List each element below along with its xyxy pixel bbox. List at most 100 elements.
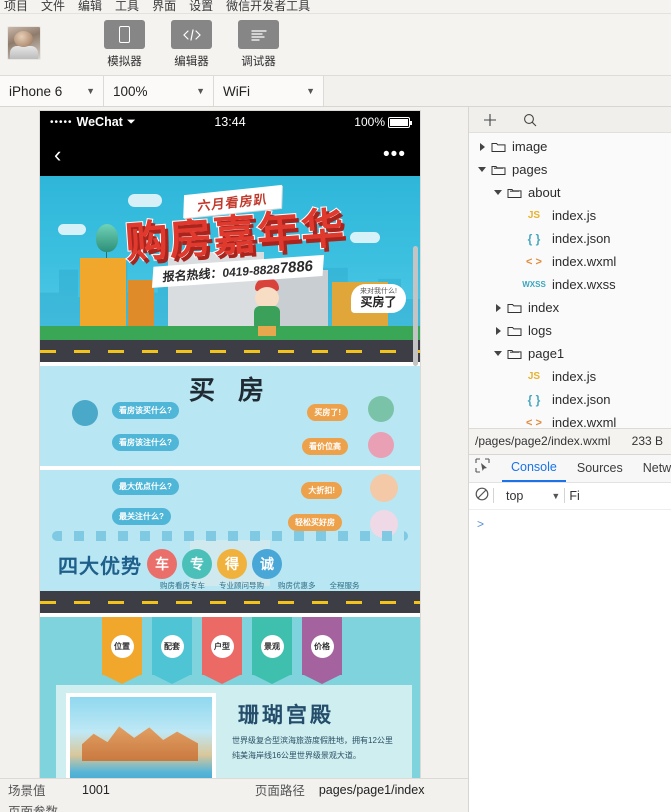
section-buy[interactable]: 买 房 看房该买什么? 看房该注什么? 买房了! 看价位高 [40,362,420,466]
json-file-icon: { } [527,392,541,407]
file-tree-row[interactable]: { } index.json [469,227,671,250]
hero-phone-number: 7886 [278,257,314,278]
chevron-down-icon[interactable] [491,351,505,356]
page-param-label: 页面参数 [8,805,59,812]
hero-title: 购房嘉年华 [123,202,348,269]
bubble-left-1: 最大优点什么? [112,478,179,495]
menu-item-tools[interactable]: 工具 [115,0,139,13]
grass-strip [40,326,420,340]
js-file-icon: JS [527,210,541,221]
avatar-face-icon [72,400,98,426]
file-tree-label: logs [528,323,552,338]
file-tree-row[interactable]: about [469,181,671,204]
menu-item-settings[interactable]: 设置 [189,0,213,13]
clear-console-icon[interactable] [475,487,489,504]
ribbon-5[interactable]: 价格 [302,617,342,684]
file-tree-row[interactable]: { } index.json [469,388,671,411]
menu-item-wechat-devtools[interactable]: 微信开发者工具 [226,0,310,13]
device-select[interactable]: iPhone 6 ▼ [0,76,104,106]
menu-item-file[interactable]: 文件 [41,0,65,13]
console-context-select[interactable]: top ▼ [506,489,560,503]
tab-console[interactable]: Console [502,455,566,482]
ribbon-label-3: 户型 [210,634,234,658]
file-tree-row[interactable]: page1 [469,342,671,365]
menu-item-interface[interactable]: 界面 [152,0,176,13]
tab-network[interactable]: Netw [634,456,671,481]
page-path-value: pages/page1/index [318,782,425,797]
file-tree-label: page1 [528,346,565,361]
chevron-right-icon[interactable] [475,142,489,151]
ribbon-2[interactable]: 配套 [152,617,192,684]
file-tree-row[interactable]: JS index.js [469,204,671,227]
page-scrollbar[interactable] [413,246,418,366]
file-tree-label: pages [512,162,548,177]
more-dots-icon[interactable]: ••• [383,145,406,164]
section-advantages[interactable]: 最大优点什么? 最关注什么? 大折扣! 轻松买好房 四大优势 车 专 得 诚 购… [40,466,420,613]
property-photo [66,693,216,789]
file-status-size: 233 B [631,434,663,448]
right-panel: image pages about JS index.js { } index.json < … [468,107,671,812]
search-icon[interactable] [523,113,537,127]
device-selector-row: iPhone 6 ▼ 100% ▼ WiFi ▼ [0,76,671,107]
bubble-right-1: 大折扣! [301,482,342,499]
file-tree-label: index.js [552,369,597,384]
file-tree[interactable]: image pages about JS index.js { } index.json < … [469,133,671,428]
property-card[interactable]: 珊瑚宫殿 世界级复合型滨海旅游度假胜地，拥有12公里 纯美海岸线16公里世界级景… [56,685,412,789]
debugger-button[interactable]: 调试器 [238,20,279,69]
advantage-caption-2: 专业顾问导购 [219,581,264,590]
editor-button[interactable]: 编辑器 [171,20,212,69]
phone-icon [104,20,145,49]
section-property[interactable]: 位置 配套 户型 景观 价格 珊瑚宫殿 世界级复合型滨海旅游度假胜地，拥有12公… [40,613,420,789]
console-filter-label[interactable]: Fi [569,489,579,503]
advantages-title: 四大优势 [58,553,142,578]
page-path-label: 页面路径 [254,784,305,798]
file-tree-label: about [528,185,561,200]
device-select-value: iPhone 6 [9,83,63,99]
simulator-button[interactable]: 模拟器 [104,20,145,69]
wxml-file-icon: < > [526,416,542,428]
console-context-value: top [506,488,524,503]
zoom-select[interactable]: 100% ▼ [104,76,214,106]
chevron-right-icon[interactable] [491,303,505,312]
devtools-tab-bar: Console Sources Netw [469,453,671,482]
file-tree-label: index.json [552,392,611,407]
avatar-face-icon [368,396,394,422]
debugger-button-label: 调试器 [241,56,276,68]
network-select[interactable]: WiFi ▼ [214,76,324,106]
back-chevron-icon[interactable]: ‹ [54,143,61,166]
file-tree-row[interactable]: WXSS index.wxss [469,273,671,296]
avatar[interactable] [7,25,41,60]
file-tree-row[interactable]: < > index.wxml [469,250,671,273]
file-tree-row[interactable]: logs [469,319,671,342]
ribbon-4[interactable]: 景观 [252,617,292,684]
road-strip [40,340,420,362]
json-file-icon: { } [527,231,541,246]
chevron-right-icon[interactable] [491,326,505,335]
phone-frame: ••••• WeChat ⏷ 13:44 100% ‹ ••• 六月看房趴 购房… [40,111,420,801]
hero-banner[interactable]: 六月看房趴 购房嘉年华 报名热线：0419-88287886 来对我什么! 买房… [40,176,420,362]
menu-item-project[interactable]: 项目 [4,0,28,13]
tab-sources[interactable]: Sources [568,456,632,481]
file-tree-row[interactable]: < > index.wxml [469,411,671,428]
menu-item-edit[interactable]: 编辑 [78,0,102,13]
plus-icon[interactable] [483,113,497,127]
advantage-caption-3: 购房优惠多 [278,581,316,590]
section-buy-title: 买 房 [188,376,272,406]
file-panel-header [469,107,671,133]
console-output[interactable]: > [469,508,671,812]
file-tree-row[interactable]: image [469,135,671,158]
ribbon-1[interactable]: 位置 [102,617,142,684]
ribbon-3[interactable]: 户型 [202,617,242,684]
menu-bar: 项目 文件 编辑 工具 界面 设置 微信开发者工具 [0,0,671,14]
bubble-right-2: 轻松买好房 [288,514,342,531]
chevron-down-icon[interactable] [491,190,505,195]
file-tree-row[interactable]: index [469,296,671,319]
simulator-info-bar: 场景值 1001 页面路径 pages/page1/index 页面参数 [0,778,468,812]
file-tree-row[interactable]: pages [469,158,671,181]
inspect-cursor-icon[interactable] [475,458,490,478]
mini-program-page: 六月看房趴 购房嘉年华 报名热线：0419-88287886 来对我什么! 买房… [40,176,420,801]
file-tree-row[interactable]: JS index.js [469,365,671,388]
chevron-down-icon[interactable] [475,167,489,172]
editor-button-label: 编辑器 [174,56,209,68]
file-status-path: /pages/page2/index.wxml [475,434,611,448]
